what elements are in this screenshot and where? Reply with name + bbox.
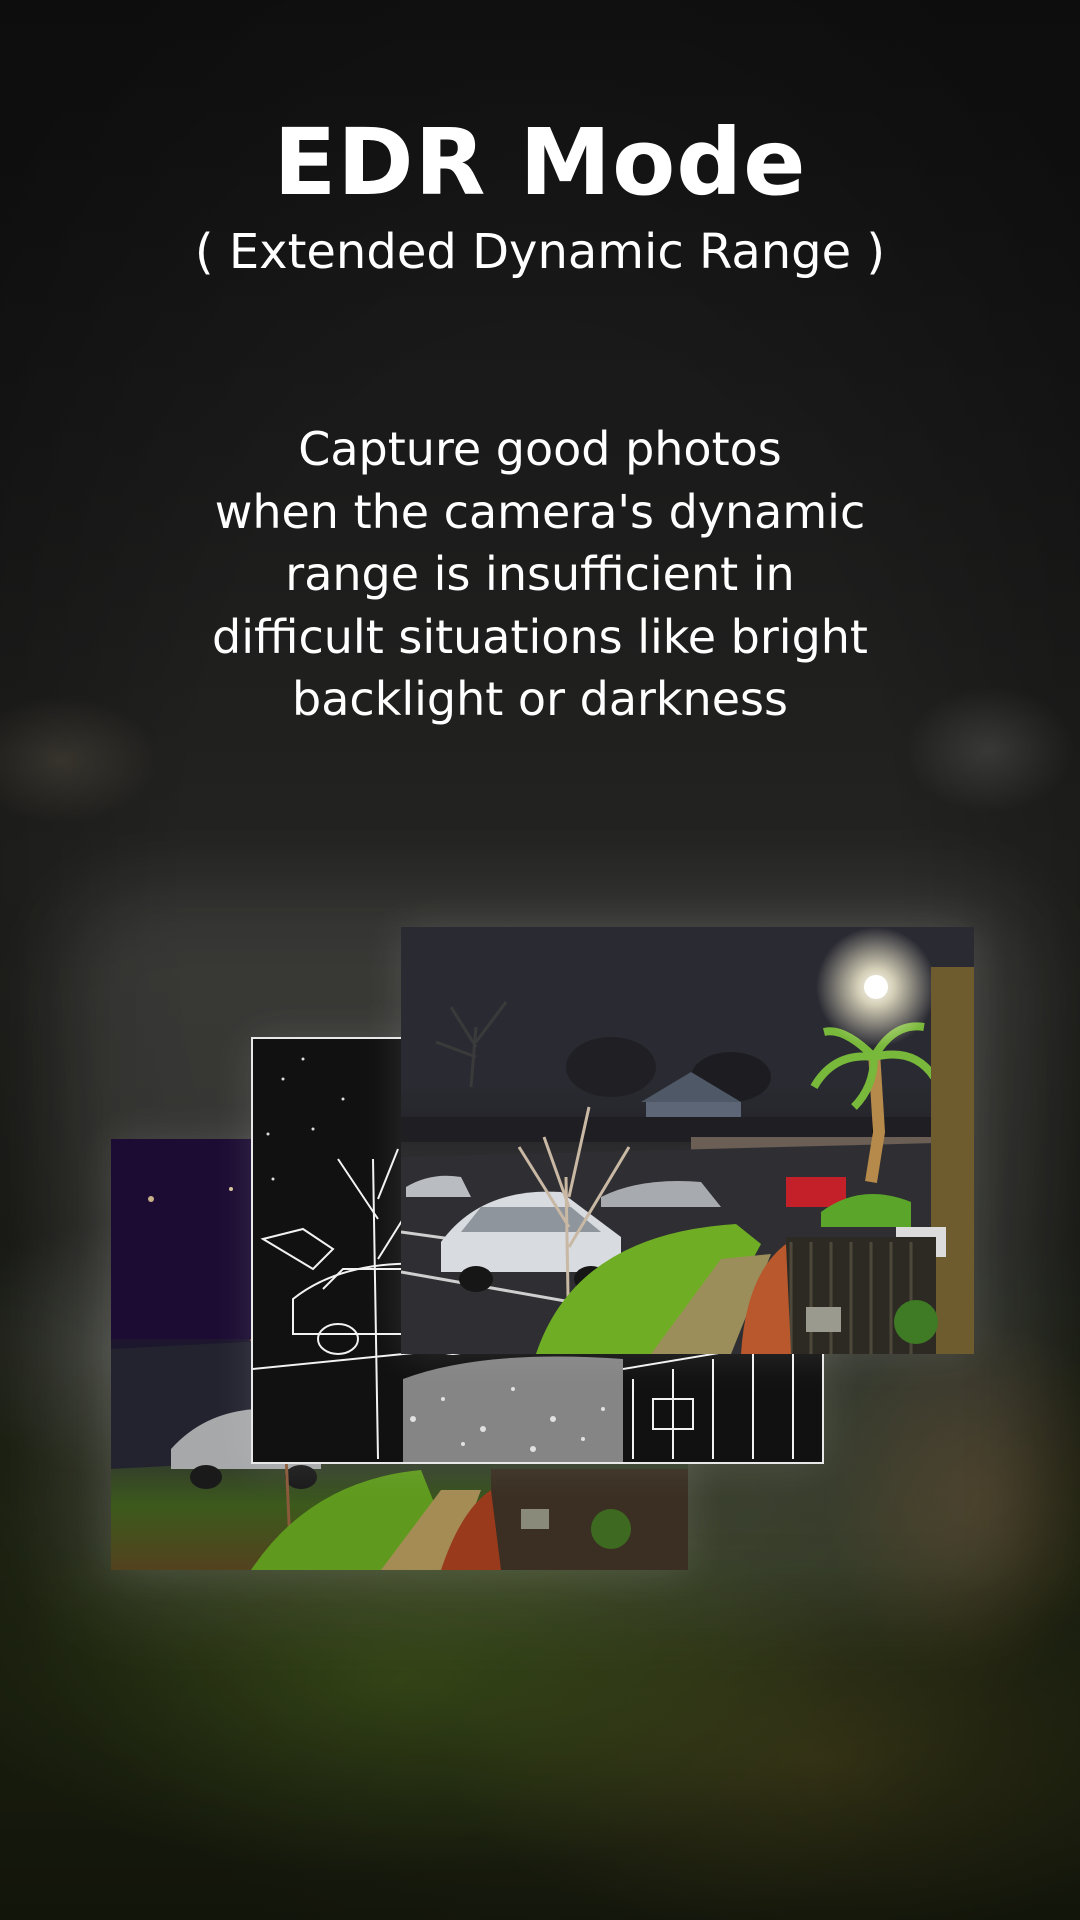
sample-photo-stack — [0, 0, 1080, 1920]
onboarding-screen: EDR Mode ( Extended Dynamic Range ) Capt… — [0, 0, 1080, 1920]
sample-photo-edr-result — [401, 927, 974, 1354]
